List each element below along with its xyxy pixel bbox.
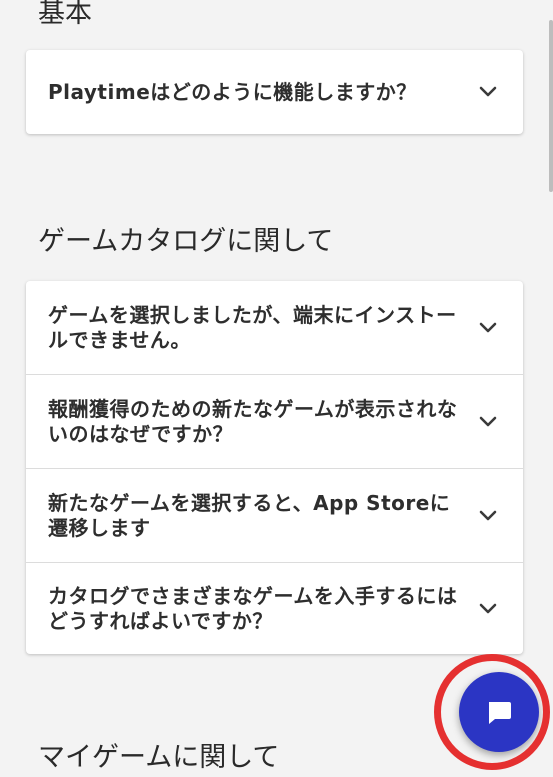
chevron-down-icon	[473, 501, 503, 531]
section-title-catalog: ゲームカタログに関して	[38, 226, 334, 257]
faq-item-redirect-app-store[interactable]: 新たなゲームを選択すると、App Storeに遷移します	[26, 468, 523, 562]
scrollbar-thumb[interactable]	[549, 20, 553, 192]
faq-card-catalog: ゲームを選択しましたが、端末にインストールできません。 報酬獲得のための新たなゲ…	[26, 281, 523, 654]
faq-question: ゲームを選択しましたが、端末にインストールできません。	[48, 302, 457, 352]
faq-item-new-games-not-shown[interactable]: 報酬獲得のための新たなゲームが表示されないのはなぜですか？	[26, 374, 523, 468]
section-title-my-games: マイゲームに関して	[38, 742, 280, 773]
faq-item-how-playtime-works[interactable]: Playtimeはどのように機能しますか？	[26, 50, 523, 134]
chevron-down-icon	[473, 594, 503, 624]
faq-question: Playtimeはどのように機能しますか？	[48, 79, 417, 104]
faq-question: 新たなゲームを選択すると、App Storeに遷移します	[48, 490, 451, 540]
chat-button[interactable]	[459, 672, 539, 752]
faq-question: 報酬獲得のための新たなゲームが表示されないのはなぜですか？	[48, 396, 458, 446]
chat-bubble-icon	[483, 696, 515, 728]
chevron-down-icon	[473, 77, 503, 107]
chevron-down-icon	[473, 407, 503, 437]
faq-item-cannot-install[interactable]: ゲームを選択しましたが、端末にインストールできません。	[26, 281, 523, 374]
faq-item-get-various-games[interactable]: カタログでさまざまなゲームを入手するにはどうすればよいですか？	[26, 562, 523, 654]
faq-card-basic: Playtimeはどのように機能しますか？	[26, 50, 523, 134]
chevron-down-icon	[473, 313, 503, 343]
faq-question: カタログでさまざまなゲームを入手するにはどうすればよいですか？	[48, 583, 458, 633]
section-title-basic: 基本	[38, 0, 92, 29]
